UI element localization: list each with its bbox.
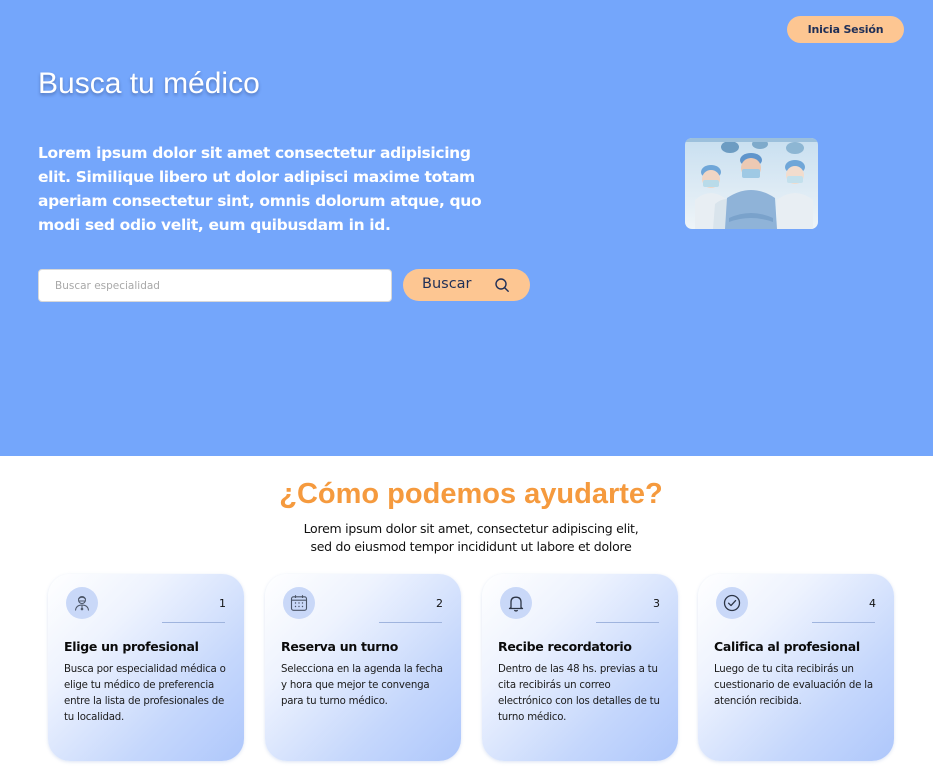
divider	[596, 622, 659, 623]
divider	[812, 622, 875, 623]
section-subtitle: Lorem ipsum dolor sit amet, consectetur …	[0, 520, 933, 556]
hero-section: Inicia Sesión Busca tu médico Lorem ipsu…	[0, 0, 933, 456]
step-title: Elige un profesional	[64, 639, 199, 654]
search-button-label: Buscar	[422, 276, 472, 292]
step-card-1: 1 Elige un profesional Busca por especia…	[48, 574, 244, 761]
step-title: Recibe recordatorio	[498, 639, 632, 654]
calendar-icon	[283, 587, 315, 619]
login-button[interactable]: Inicia Sesión	[787, 16, 904, 43]
step-description: Luego de tu cita recibirás un cuestionar…	[714, 664, 873, 707]
step-number: 3	[653, 597, 660, 610]
search-button[interactable]: Buscar	[403, 269, 530, 301]
step-number: 4	[869, 597, 876, 610]
section-title: ¿Cómo podemos ayudarte?	[279, 478, 663, 510]
step-description: Dentro de las 48 hs. previas a tu cita r…	[498, 664, 660, 723]
search-input[interactable]	[38, 269, 392, 302]
step-number: 2	[436, 597, 443, 610]
step-description: Selecciona en la agenda la fecha y hora …	[281, 664, 443, 707]
step-title: Califica al profesional	[714, 639, 860, 654]
search-icon	[495, 278, 509, 292]
page-title: Busca tu médico	[38, 67, 260, 100]
step-number: 1	[219, 597, 226, 610]
check-circle-icon	[716, 587, 748, 619]
step-card-2: 2 Reserva un turno Selecciona en la agen…	[265, 574, 461, 761]
step-card-3: 3 Recibe recordatorio Dentro de las 48 h…	[482, 574, 678, 761]
step-description: Busca por especialidad médica o elige tu…	[64, 664, 226, 723]
bell-icon	[500, 587, 532, 619]
step-card-4: 4 Califica al profesional Luego de tu ci…	[698, 574, 894, 761]
doctor-icon	[66, 587, 98, 619]
doctors-team-photo	[685, 138, 818, 229]
section-subtitle-line-1: Lorem ipsum dolor sit amet, consectetur …	[303, 521, 639, 536]
divider	[379, 622, 442, 623]
hero-description: Lorem ipsum dolor sit amet consectetur a…	[38, 144, 482, 234]
section-subtitle-line-2: sed do eiusmod tempor incididunt ut labo…	[310, 539, 632, 554]
step-title: Reserva un turno	[281, 639, 398, 654]
divider	[162, 622, 225, 623]
